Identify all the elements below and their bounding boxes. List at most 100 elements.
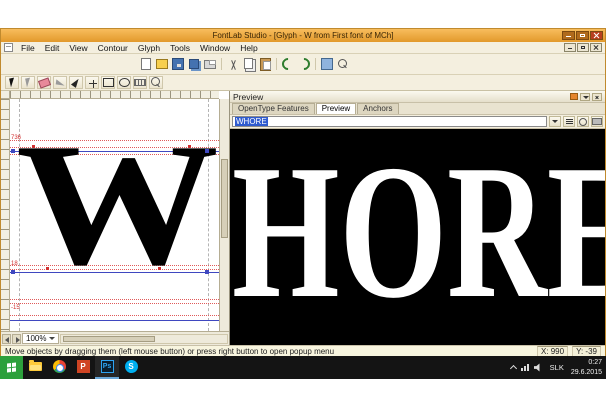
metric-label-baseline: 18 [11, 261, 18, 267]
paste-icon[interactable] [258, 57, 272, 71]
glyph-editor: W 736 18 -15 [1, 91, 229, 345]
maximize-icon[interactable] [576, 31, 589, 40]
panel-close-icon[interactable] [592, 93, 602, 101]
new-icon[interactable] [139, 57, 153, 71]
close-icon[interactable] [590, 31, 603, 40]
vertical-scrollbar[interactable] [219, 99, 229, 331]
caps-marker-left[interactable] [11, 149, 15, 153]
caps-marker-right[interactable] [205, 149, 209, 153]
open-icon[interactable] [155, 57, 169, 71]
minimize-icon[interactable] [562, 31, 575, 40]
taskbar-skype[interactable]: S [119, 356, 143, 379]
zoom-selector[interactable]: 100% [22, 333, 59, 344]
clock-date: 29.6.2015 [571, 368, 602, 377]
tab-preview[interactable]: Preview [316, 103, 356, 114]
tab-opentype-features[interactable]: OpenType Features [232, 103, 315, 114]
glyph-window-icon [4, 43, 13, 52]
child-close-icon[interactable] [590, 43, 602, 52]
menu-tools[interactable]: Tools [165, 43, 195, 53]
baseline-marker-left[interactable] [11, 270, 15, 274]
start-button[interactable] [0, 356, 23, 379]
node-marker[interactable] [188, 145, 191, 148]
toolbar-separator [276, 58, 277, 70]
glyph-outline-w[interactable]: W [16, 117, 219, 292]
preview-rendered-text: HORE [232, 136, 605, 328]
ruler-corner [1, 91, 10, 99]
metric-label-caps: 736 [11, 135, 21, 141]
rectangle-tool-icon[interactable] [101, 76, 115, 89]
panel-menu-icon[interactable] [580, 93, 590, 101]
zoom-tool-icon[interactable] [149, 76, 163, 89]
speaker-icon[interactable] [534, 363, 543, 372]
ellipse-tool-icon[interactable] [117, 76, 131, 89]
language-indicator[interactable]: SLK [548, 363, 566, 372]
menu-file[interactable]: File [16, 43, 40, 53]
tab-anchors[interactable]: Anchors [357, 103, 398, 114]
eraser-tool-icon[interactable] [37, 76, 51, 89]
node-select-tool-icon[interactable] [21, 76, 35, 89]
taskbar-photoshop[interactable]: Ps [95, 356, 119, 379]
taskbar-chrome[interactable] [47, 356, 71, 379]
fontlab-window: FontLab Studio - [Glyph - W from First f… [0, 28, 606, 356]
baseline-marker-right[interactable] [205, 270, 209, 274]
editing-canvas[interactable]: W 736 18 -15 [10, 99, 219, 331]
knife-tool-icon[interactable] [53, 76, 67, 89]
scroll-right-icon[interactable] [12, 334, 21, 344]
preview-text-input[interactable]: WHORE [232, 116, 547, 127]
toolbar-separator [315, 58, 316, 70]
menu-window[interactable]: Window [195, 43, 235, 53]
chrome-icon [53, 360, 66, 373]
node-marker[interactable] [158, 267, 161, 270]
sample-string-dropdown-icon[interactable] [549, 116, 561, 127]
menu-view[interactable]: View [64, 43, 92, 53]
magnify-icon[interactable] [336, 57, 350, 71]
menu-edit[interactable]: Edit [40, 43, 65, 53]
preview-settings-icon[interactable] [577, 116, 589, 127]
horizontal-scroll-thumb[interactable] [63, 336, 154, 342]
menu-bar: File Edit View Contour Glyph Tools Windo… [1, 42, 605, 54]
preview-panel-title: Preview [233, 92, 568, 102]
taskbar-explorer[interactable] [23, 356, 47, 379]
windows-taskbar: P Ps S SLK 0:27 29.6.2015 [0, 356, 606, 379]
horizontal-scrollbar[interactable] [60, 334, 228, 344]
preview-panel: Preview OpenType Features Preview Anchor… [229, 91, 605, 345]
pen-tool-icon[interactable] [69, 76, 83, 89]
add-node-tool-icon[interactable] [85, 76, 99, 89]
copy-icon[interactable] [242, 57, 256, 71]
menu-contour[interactable]: Contour [93, 43, 133, 53]
child-window-controls [564, 43, 602, 52]
font-info-icon[interactable] [320, 57, 334, 71]
cut-icon[interactable] [226, 57, 240, 71]
vertical-scroll-thumb[interactable] [221, 159, 228, 238]
taskbar-clock[interactable]: 0:27 29.6.2015 [571, 358, 602, 377]
panel-options-icon[interactable] [570, 93, 578, 100]
preview-render-area: HORE [230, 129, 605, 345]
zoom-value: 100% [26, 334, 46, 343]
horizontal-ruler [10, 91, 219, 99]
save-icon[interactable] [171, 57, 185, 71]
screenshot: FontLab Studio - [Glyph - W from First f… [0, 0, 606, 406]
system-tray: SLK 0:27 29.6.2015 [511, 358, 606, 377]
node-marker[interactable] [32, 145, 35, 148]
measure-tool-icon[interactable] [133, 76, 147, 89]
node-marker[interactable] [46, 267, 49, 270]
preview-panel-header[interactable]: Preview [230, 91, 605, 103]
select-tool-icon[interactable] [5, 76, 19, 89]
title-bar[interactable]: FontLab Studio - [Glyph - W from First f… [1, 29, 605, 42]
save-all-icon[interactable] [187, 57, 201, 71]
waterfall-view-icon[interactable] [563, 116, 575, 127]
child-restore-icon[interactable] [577, 43, 589, 52]
taskbar-powerpoint[interactable]: P [71, 356, 95, 379]
tray-expand-icon[interactable] [510, 365, 517, 372]
menu-glyph[interactable]: Glyph [133, 43, 165, 53]
undo-icon[interactable] [281, 57, 295, 71]
scroll-left-icon[interactable] [2, 334, 11, 344]
preview-input-row: WHORE [230, 115, 605, 129]
menu-help[interactable]: Help [235, 43, 262, 53]
child-minimize-icon[interactable] [564, 43, 576, 52]
preview-print-icon[interactable] [591, 116, 603, 127]
network-icon[interactable] [521, 364, 529, 371]
windows-logo-icon [7, 363, 16, 373]
redo-icon[interactable] [297, 57, 311, 71]
print-icon[interactable] [203, 57, 217, 71]
